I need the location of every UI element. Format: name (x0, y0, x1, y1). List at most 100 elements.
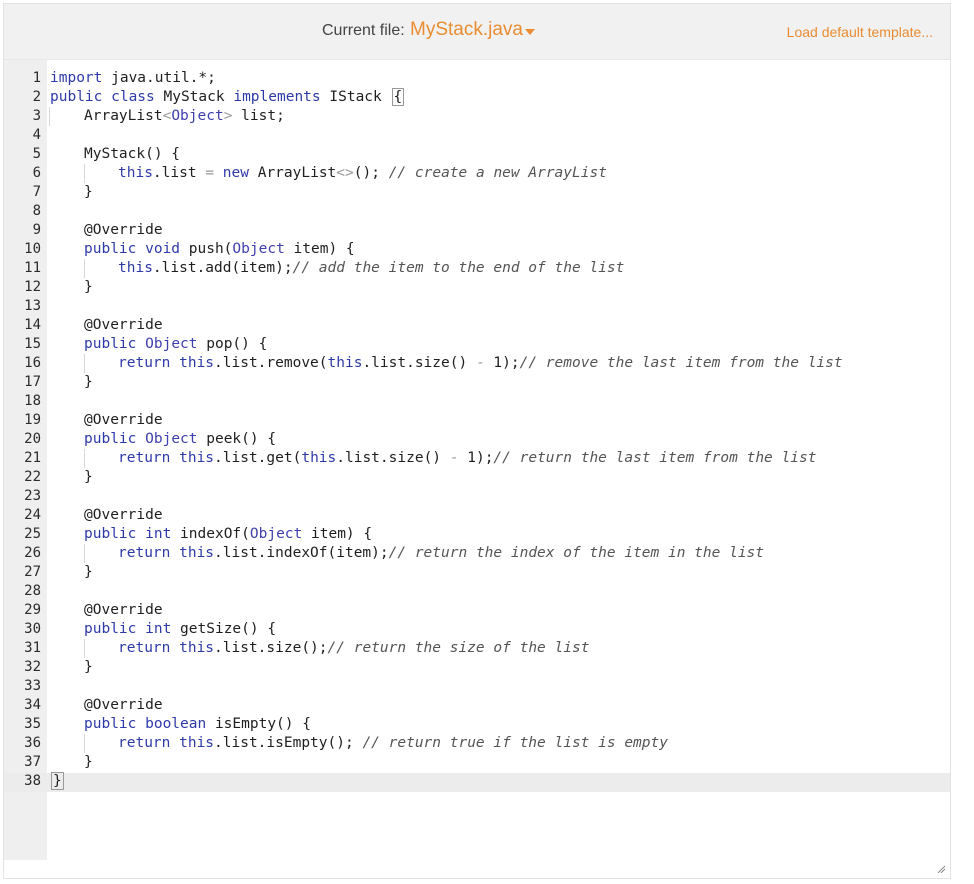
line-number: 4 (32, 127, 41, 143)
code-line[interactable]: 3 ArrayList<Object> list; (4, 107, 950, 126)
code-line[interactable]: 28 (4, 582, 950, 601)
code-line[interactable]: 2 public class MyStack implements IStack … (4, 88, 950, 107)
line-number: 18 (24, 393, 41, 409)
code-line[interactable]: 32} (4, 658, 950, 677)
code-line[interactable]: 37} (4, 753, 950, 772)
code-token: .list.size() (336, 450, 450, 466)
code-line[interactable]: 24 @Override (4, 506, 950, 525)
code-line[interactable]: 38} (4, 772, 950, 791)
code-token: 1); (484, 355, 520, 371)
code-token: - (475, 355, 485, 371)
code-line[interactable]: 30 public int getSize() { (4, 620, 950, 639)
line-number: 24 (24, 507, 41, 523)
code-token: .list.add(item); (152, 260, 293, 276)
code-line[interactable]: 22} (4, 468, 950, 487)
line-number: 2 (32, 89, 41, 105)
code-line[interactable]: 26 return this.list.indexOf(item);// retu… (4, 544, 950, 563)
code-token: ArrayList (248, 165, 337, 181)
code-keyword: public boolean (84, 716, 207, 732)
code-token: } (84, 469, 93, 485)
code-text: } (50, 468, 93, 487)
code-line[interactable]: 1 import java.util.*; (4, 69, 950, 88)
code-line[interactable]: 31 return this.list.size();// return the … (4, 639, 950, 658)
load-default-template-link[interactable]: Load default template... (787, 24, 933, 40)
code-text: import java.util.*; (50, 69, 216, 88)
code-line[interactable]: 15 public Object pop() { (4, 335, 950, 354)
code-line[interactable]: 21 return this.list.get(this.list.size() … (4, 449, 950, 468)
code-text: return this.list.indexOf(item);// return… (50, 544, 764, 563)
code-token: IStack (320, 89, 391, 105)
code-line[interactable]: 12} (4, 278, 950, 297)
code-token: peek() { (197, 431, 277, 447)
code-line[interactable]: 16 return this.list.remove(this.list.size… (4, 354, 950, 373)
code-token: (); (353, 165, 389, 181)
code-token: MyStack() { (84, 146, 181, 162)
code-lines[interactable]: 1 import java.util.*; 2 public class MyStac… (4, 69, 950, 791)
code-line[interactable]: 10 public void push(Object item) { (4, 240, 950, 259)
code-line[interactable]: 29 @Override (4, 601, 950, 620)
code-token: pop() { (197, 336, 268, 352)
code-text: this.list.add(item);// add the item to t… (50, 259, 624, 278)
code-token: ArrayList (84, 108, 163, 124)
code-text: public class MyStack implements IStack { (50, 88, 405, 107)
code-line[interactable]: 18 (4, 392, 950, 411)
code-text: } (50, 278, 93, 297)
code-token: Object (232, 241, 285, 257)
code-text: ArrayList<Object> list; (50, 107, 285, 126)
code-text: return this.list.size();// return the si… (50, 639, 589, 658)
code-line[interactable]: 25 public int indexOf(Object item) { (4, 525, 950, 544)
code-comment: // return true if the list is empty (362, 735, 668, 751)
code-token: .list (152, 165, 206, 181)
line-number: 13 (24, 298, 41, 314)
editor-header: Current file: MyStack.java Load default … (4, 4, 950, 60)
line-number: 1 (32, 70, 41, 86)
file-select-dropdown[interactable]: MyStack.java (410, 19, 523, 41)
code-line[interactable]: 35 public boolean isEmpty() { (4, 715, 950, 734)
code-line[interactable]: 19 @Override (4, 411, 950, 430)
line-number: 8 (32, 203, 41, 219)
code-line[interactable]: 9 @Override (4, 221, 950, 240)
code-token: .list.indexOf(item); (214, 545, 389, 561)
code-line[interactable]: 20 public Object peek() { (4, 430, 950, 449)
code-text: this.list = new ArrayList<>(); // create… (50, 164, 607, 183)
code-line[interactable]: 7} (4, 183, 950, 202)
code-keyword: public int (84, 621, 172, 637)
code-keyword: return this (118, 355, 215, 371)
code-keyword: import (50, 70, 112, 86)
code-comment: // create a new ArrayList (388, 165, 607, 181)
code-line[interactable]: 4 (4, 126, 950, 145)
code-token: .list.size() (362, 355, 476, 371)
code-annotation: @Override (84, 222, 163, 238)
line-number: 38 (24, 773, 41, 789)
code-line[interactable]: 34 @Override (4, 696, 950, 715)
matched-bracket: } (51, 772, 64, 790)
code-line[interactable]: 14 @Override (4, 316, 950, 335)
code-line[interactable]: 5 MyStack() { (4, 145, 950, 164)
code-token: Object (145, 431, 198, 447)
code-token: list; (232, 108, 285, 124)
code-line[interactable]: 33 (4, 677, 950, 696)
code-line[interactable]: 6 this.list = new ArrayList<>(); // creat… (4, 164, 950, 183)
code-token: isEmpty() { (206, 716, 311, 732)
chevron-down-icon[interactable] (525, 29, 535, 35)
resize-handle-icon[interactable] (937, 865, 945, 873)
code-comment: // add the item to the end of the list (292, 260, 625, 276)
code-line[interactable]: 17} (4, 373, 950, 392)
code-token: } (84, 184, 93, 200)
code-line[interactable]: 23 (4, 487, 950, 506)
code-line[interactable]: 13 (4, 297, 950, 316)
code-token: } (84, 564, 93, 580)
code-line[interactable]: 8 (4, 202, 950, 221)
line-number: 25 (24, 526, 41, 542)
code-token: item) { (302, 526, 373, 542)
code-line[interactable]: 11 this.list.add(item);// add the item to… (4, 259, 950, 278)
code-token: <> (336, 165, 354, 181)
code-line[interactable]: 27} (4, 563, 950, 582)
code-keyword: return this (118, 545, 215, 561)
code-editor[interactable]: 1 import java.util.*; 2 public class MyStac… (4, 60, 950, 878)
code-line[interactable]: 36 return this.list.isEmpty(); // return … (4, 734, 950, 753)
code-text: public Object peek() { (50, 430, 276, 449)
line-number: 20 (24, 431, 41, 447)
